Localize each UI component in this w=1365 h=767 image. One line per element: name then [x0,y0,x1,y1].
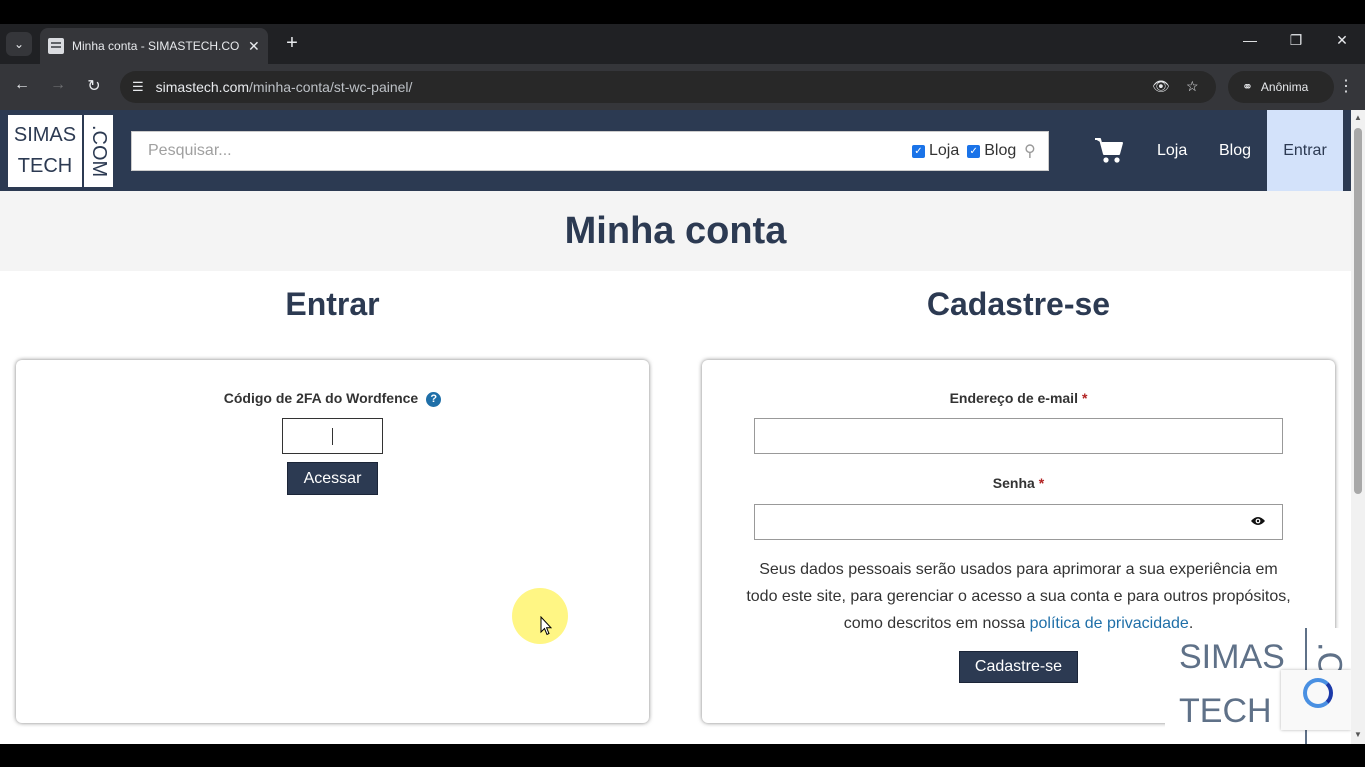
checkbox-checked-icon: ✓ [912,144,925,158]
page-viewport: SIMAS TECH .COM ✓ Loja ✓ Blog ⚲ [0,110,1351,744]
mouse-pointer-icon [540,616,552,636]
2fa-code-label: Código de 2FA do Wordfence? [16,390,649,407]
filter-loja-checkbox[interactable]: ✓ Loja [912,142,959,160]
site-info-icon[interactable]: ☰ [132,79,144,95]
recaptcha-icon [1303,678,1333,708]
page-title: Minha conta [564,209,787,252]
scroll-up-arrow-icon[interactable]: ▲ [1354,113,1362,122]
profile-label: Anônima [1260,80,1309,94]
logo-line-1: SIMAS [13,124,77,146]
active-tab[interactable]: Minha conta - SIMASTECH.COM ✕ [40,28,268,64]
required-mark: * [1038,475,1045,491]
recaptcha-badge[interactable] [1281,670,1351,730]
forward-icon: → [50,76,66,93]
password-label: Senha * [992,475,1045,491]
minimize-button[interactable]: — [1238,32,1262,48]
filter-loja-label: Loja [929,142,960,159]
email-field[interactable] [754,418,1283,454]
close-window-button[interactable]: ✕ [1330,32,1354,49]
browser-toolbar: ← → ↻ ☰ simastech.com/minha-conta/st-wc-… [0,64,1365,110]
bookmark-star-icon[interactable]: ☆ [1186,78,1199,95]
browser-menu-icon[interactable]: ⋮ [1338,76,1354,96]
back-icon[interactable]: ← [11,76,33,94]
page-scrollbar[interactable]: ▲ ▼ [1351,110,1365,744]
required-mark: * [1081,390,1088,406]
privacy-notice: Seus dados pessoais serão usados para ap… [746,561,1291,632]
logo-vertical-text: .COM [88,124,110,178]
site-header: SIMAS TECH .COM ✓ Loja ✓ Blog ⚲ [0,110,1351,191]
scrollbar-thumb[interactable] [1354,128,1362,494]
address-bar[interactable]: ☰ simastech.com/minha-conta/st-wc-painel… [120,71,1216,103]
new-tab-button[interactable]: + [282,32,302,55]
incognito-profile-button[interactable]: ⚭ Anônima [1228,71,1334,103]
tab-strip: ⌄ Minha conta - SIMASTECH.COM ✕ + — ❐ ✕ [0,24,1365,64]
scroll-down-arrow-icon[interactable]: ▼ [1354,730,1362,739]
register-heading: Cadastre-se [926,286,1111,322]
tab-close-icon[interactable]: ✕ [248,38,260,55]
site-logo[interactable]: SIMAS TECH .COM [8,115,113,187]
filter-blog-label: Blog [984,142,1017,159]
url-text: simastech.com/minha-conta/st-wc-painel/ [155,79,413,95]
title-band: Minha conta [0,191,1351,271]
acessar-button[interactable]: Acessar [287,462,378,495]
incognito-icon: ⚭ [1242,79,1253,94]
logo-line-2: TECH [17,155,73,177]
nav-blog-link[interactable]: Blog [1219,110,1251,191]
cadastre-se-button[interactable]: Cadastre-se [959,651,1078,683]
search-bar: ✓ Loja ✓ Blog ⚲ [131,131,1049,171]
email-label: Endereço de e-mail * [949,390,1088,406]
tab-search-button[interactable]: ⌄ [6,32,32,56]
watermark-line-1: SIMAS [1179,638,1285,676]
login-card: Código de 2FA do Wordfence? Acessar [16,360,649,723]
tab-title: Minha conta - SIMASTECH.COM [72,39,240,53]
checkbox-checked-icon: ✓ [967,144,981,158]
tab-favicon-icon [48,38,64,54]
restore-button[interactable]: ❐ [1284,32,1308,49]
show-password-eye-icon[interactable] [1250,515,1266,527]
watermark-line-2: TECH [1179,692,1272,730]
nav-entrar-link[interactable]: Entrar [1267,110,1343,191]
browser-frame: ⌄ Minha conta - SIMASTECH.COM ✕ + — ❐ ✕ … [0,0,1365,767]
reload-icon[interactable]: ↻ [83,76,105,96]
help-icon[interactable]: ? [426,392,442,407]
login-heading: Entrar [285,286,380,322]
tracking-protection-icon[interactable]: 👁 [1152,78,1170,95]
search-icon[interactable]: ⚲ [1024,141,1036,161]
nav-loja-link[interactable]: Loja [1157,110,1187,191]
filter-blog-checkbox[interactable]: ✓ Blog [967,142,1016,160]
cart-icon[interactable] [1094,136,1124,164]
password-field[interactable] [754,504,1283,540]
search-input[interactable] [132,132,912,170]
text-caret [332,428,333,445]
